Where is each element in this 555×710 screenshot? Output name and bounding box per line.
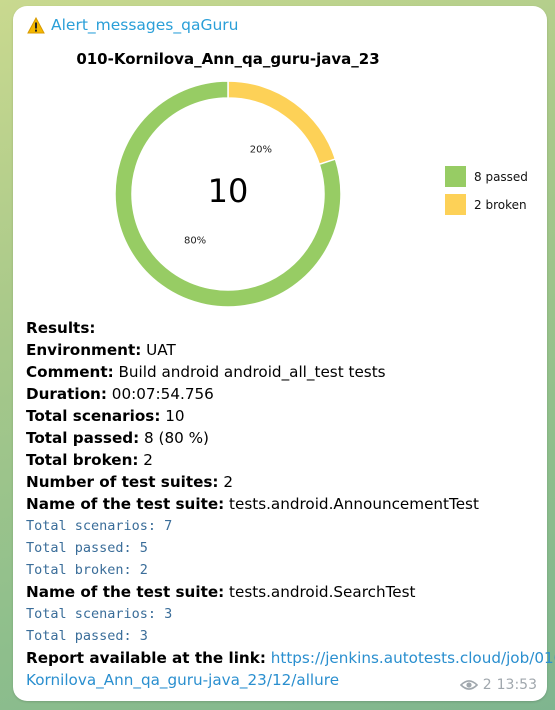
slice-percent-label-passed: 80% (184, 235, 206, 246)
suite-name-label: Name of the test suite: (26, 583, 225, 601)
warning-icon (27, 16, 45, 33)
num-suites-label: Number of test suites: (26, 473, 219, 491)
suite-stat-line: Total broken: 2 (26, 562, 148, 578)
results-text: Results: Environment: UAT Comment: Build… (26, 317, 555, 691)
environment-line: Environment: UAT (26, 339, 541, 361)
total-scenarios-value: 10 (160, 407, 185, 425)
suite-stat-line: Total scenarios: 3 (26, 606, 173, 622)
suite-name-line: Name of the test suite: tests.android.Se… (26, 581, 541, 603)
total-broken-line: Total broken: 2 (26, 449, 541, 471)
message-meta: 2 13:53 (459, 677, 537, 693)
legend-swatch (445, 166, 466, 187)
duration-value: 00:07:54.756 (106, 385, 214, 403)
num-suites-line: Number of test suites: 2 (26, 471, 541, 493)
views-count: 2 (482, 677, 492, 693)
comment-value: Build android android_all_test tests (113, 363, 386, 381)
suite-name-value: tests.android.AnnouncementTest (224, 495, 479, 513)
donut-chart: 010-Kornilova_Ann_qa_guru-java_23 20% 80%… (13, 44, 547, 314)
total-passed-label: Total passed: (26, 429, 140, 447)
total-passed-line: Total passed: 8 (80 %) (26, 427, 541, 449)
slice-percent-label-broken: 20% (250, 145, 272, 156)
message-bubble: Alert_messages_qaGuru 010-Kornilova_Ann_… (13, 6, 555, 701)
suite-stat-line: Total passed: 3 (26, 628, 148, 644)
chart-svg: 010-Kornilova_Ann_qa_guru-java_23 20% 80%… (76, 50, 528, 308)
message-time: 13:53 (496, 677, 537, 693)
report-label: Report available at the link: (26, 649, 266, 667)
total-passed-value: 8 (80 %) (139, 429, 209, 447)
channel-title[interactable]: Alert_messages_qaGuru (51, 16, 239, 34)
suite-name-label: Name of the test suite: (26, 495, 225, 513)
report-line: Report available at the link: https://je… (26, 647, 555, 669)
suite-stat-line: Total scenarios: 7 (26, 518, 173, 534)
total-broken-value: 2 (138, 451, 153, 469)
legend-label: 8 passed (474, 170, 528, 184)
environment-value: UAT (141, 341, 176, 359)
donut-center-total: 10 (208, 172, 249, 210)
comment-label: Comment: (26, 363, 114, 381)
legend-label: 2 broken (474, 198, 527, 212)
report-link[interactable]: https://jenkins.autotests.cloud/job/010- (266, 649, 555, 667)
legend-swatch (445, 194, 466, 215)
comment-line: Comment: Build android android_all_test … (26, 361, 541, 383)
total-broken-label: Total broken: (26, 451, 139, 469)
donut-slice-broken (227, 80, 337, 166)
num-suites-value: 2 (218, 473, 234, 491)
total-scenarios-label: Total scenarios: (26, 407, 161, 425)
suite-name-line: Name of the test suite: tests.android.An… (26, 493, 541, 515)
duration-line: Duration: 00:07:54.756 (26, 383, 541, 405)
results-heading: Results: (26, 319, 96, 337)
suite-stat-line: Total passed: 5 (26, 540, 148, 556)
environment-label: Environment: (26, 341, 142, 359)
suite-name-value: tests.android.SearchTest (224, 583, 416, 601)
report-link[interactable]: Kornilova_Ann_qa_guru-java_23/12/allure (26, 671, 339, 689)
duration-label: Duration: (26, 385, 107, 403)
channel-header[interactable]: Alert_messages_qaGuru (27, 16, 239, 34)
total-scenarios-line: Total scenarios: 10 (26, 405, 541, 427)
chart-title: 010-Kornilova_Ann_qa_guru-java_23 (76, 50, 379, 68)
eye-icon (459, 680, 478, 690)
